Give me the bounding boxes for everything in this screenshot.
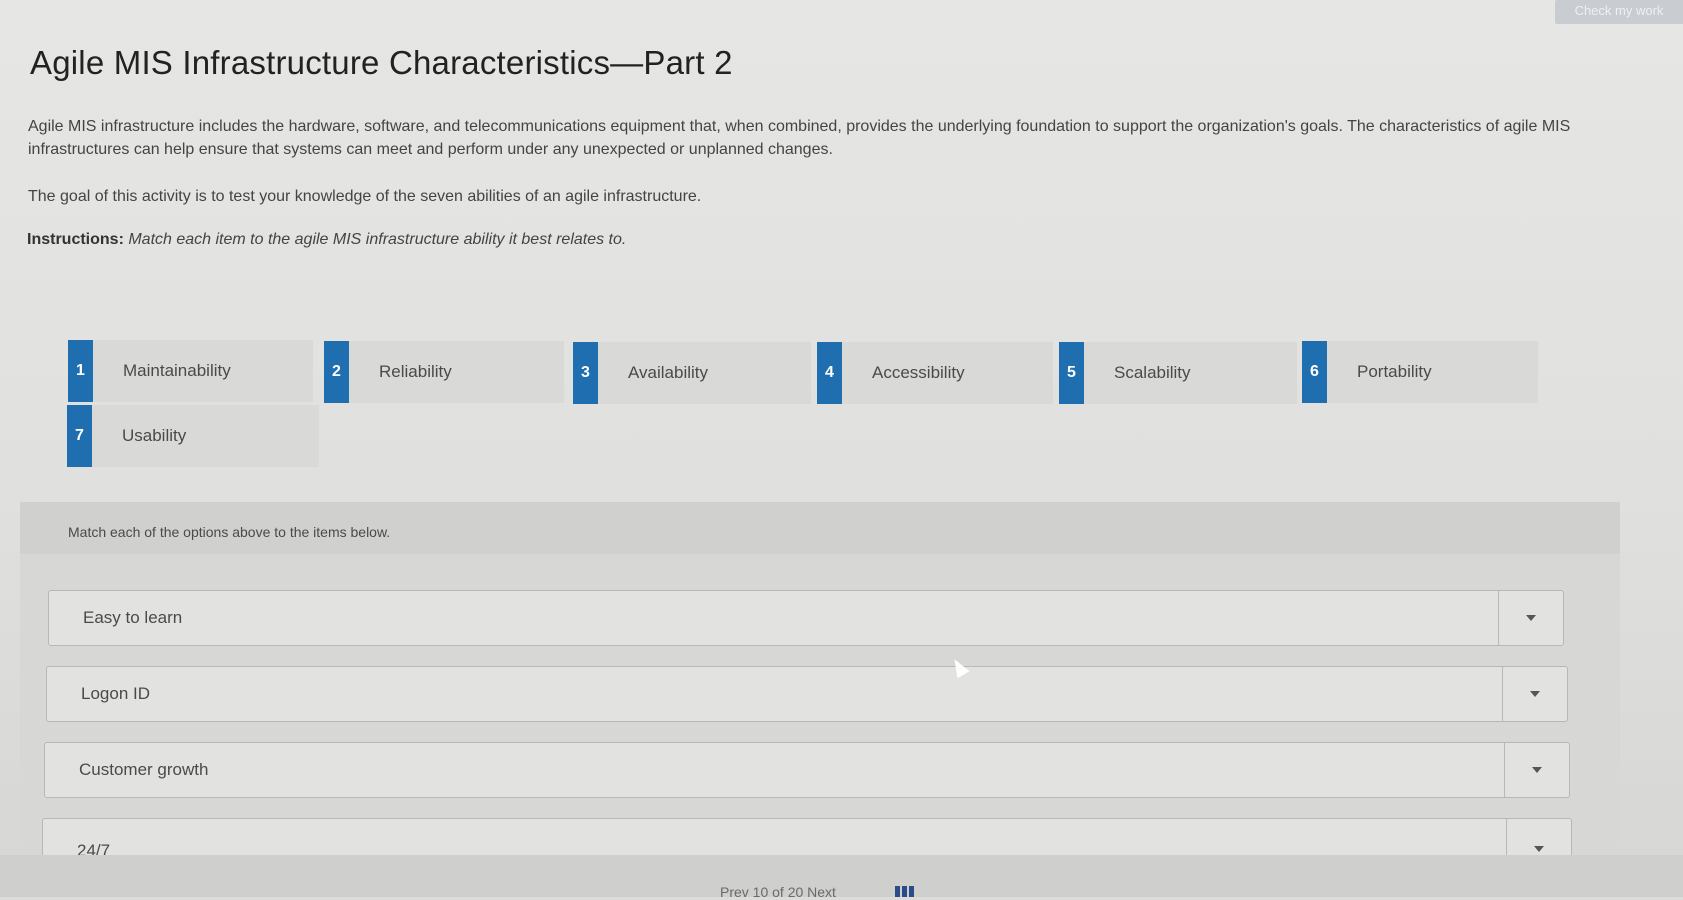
footer-nav (0, 855, 1683, 897)
match-item-label: Customer growth (79, 760, 209, 779)
caret-down-icon (1532, 767, 1542, 773)
match-item-label: Easy to learn (83, 608, 183, 627)
match-row-logon-id[interactable]: Logon ID (46, 666, 1568, 722)
option-number: 7 (67, 405, 92, 467)
caret-down-icon (1534, 846, 1544, 852)
caret-down-icon (1526, 615, 1536, 621)
option-label: Usability (122, 426, 187, 445)
option-portability[interactable]: 6 Portability (1302, 341, 1538, 403)
options-bank: 1 Maintainability 2 Reliability 3 Availa… (0, 0, 1683, 480)
option-label: Portability (1357, 362, 1432, 381)
option-number: 1 (68, 340, 93, 402)
option-label: Reliability (379, 362, 452, 381)
match-item-label: Logon ID (81, 684, 150, 703)
option-label: Availability (628, 363, 709, 382)
match-row-easy-to-learn[interactable]: Easy to learn (48, 590, 1564, 646)
option-label: Scalability (1114, 363, 1191, 382)
option-label: Accessibility (872, 363, 965, 382)
option-number: 4 (817, 342, 842, 404)
option-number: 2 (324, 341, 349, 403)
dropdown-toggle[interactable] (1504, 743, 1569, 797)
option-label: Maintainability (123, 361, 231, 380)
option-accessibility[interactable]: 4 Accessibility (817, 342, 1053, 404)
grid-icon[interactable] (895, 886, 915, 897)
caret-down-icon (1530, 691, 1540, 697)
option-reliability[interactable]: 2 Reliability (324, 341, 564, 403)
dropdown-toggle[interactable] (1498, 591, 1563, 645)
match-row-customer-growth[interactable]: Customer growth (44, 742, 1570, 798)
pagination-text[interactable]: Prev 10 of 20 Next (720, 884, 836, 900)
option-maintainability[interactable]: 1 Maintainability (68, 340, 313, 402)
option-number: 6 (1302, 341, 1327, 403)
option-number: 5 (1059, 342, 1084, 404)
option-number: 3 (573, 342, 598, 404)
dropdown-toggle[interactable] (1502, 667, 1567, 721)
option-scalability[interactable]: 5 Scalability (1059, 342, 1297, 404)
match-note: Match each of the options above to the i… (68, 524, 391, 540)
option-usability[interactable]: 7 Usability (67, 405, 319, 467)
page: Check my work Agile MIS Infrastructure C… (0, 0, 1683, 900)
match-header: Match each of the options above to the i… (20, 502, 1620, 554)
option-availability[interactable]: 3 Availability (573, 342, 811, 404)
